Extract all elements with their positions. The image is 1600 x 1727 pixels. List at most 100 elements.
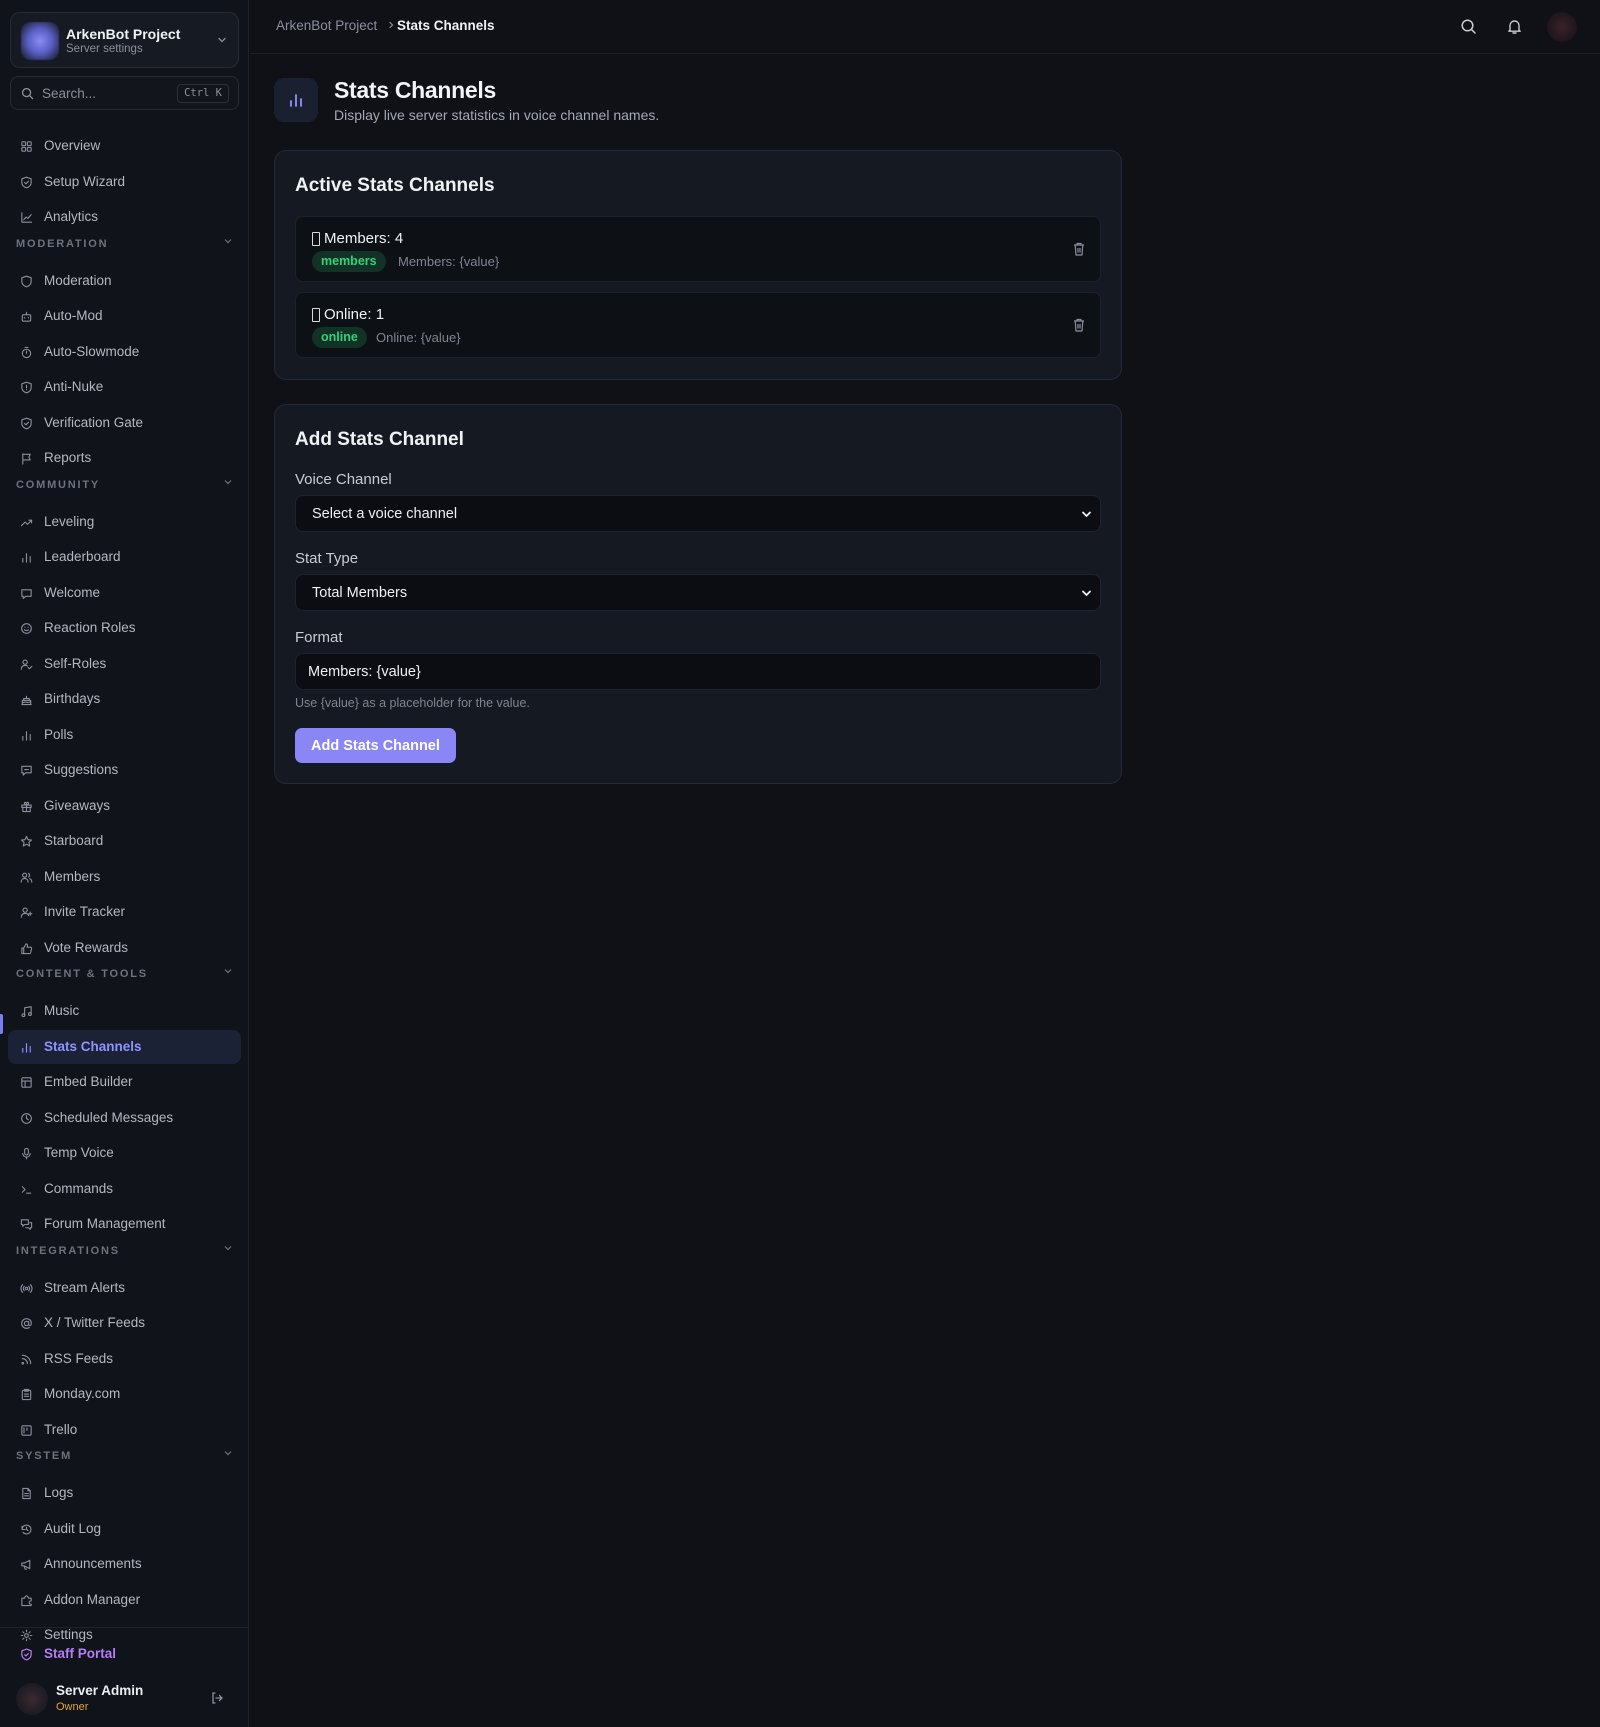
sidebar-item-starboard[interactable]: Starboard [8, 824, 241, 858]
sidebar-section-header[interactable]: MODERATION [16, 234, 233, 250]
message-icon [21, 588, 32, 599]
list-item: Online: 1 online Online: {value} [295, 292, 1101, 358]
sidebar-item-trello[interactable]: Trello [8, 1413, 241, 1447]
sidebar-item-polls[interactable]: Polls [8, 718, 241, 752]
sidebar-item-embed-builder[interactable]: Embed Builder [8, 1065, 241, 1099]
sidebar-item-leveling[interactable]: Leveling [8, 505, 241, 539]
sidebar-item-audit-log[interactable]: Audit Log [8, 1512, 241, 1546]
stat-channel-name: Members: 4 [324, 230, 404, 247]
sidebar-item-birthdays[interactable]: Birthdays [8, 682, 241, 716]
sidebar-item-logs[interactable]: Logs [8, 1476, 241, 1510]
stat-format: Online: {value} [376, 330, 461, 345]
sidebar-item-label: Scheduled Messages [44, 1109, 174, 1125]
server-avatar [21, 22, 59, 60]
shield-check-icon [21, 1648, 32, 1661]
sidebar-section-header[interactable]: COMMUNITY [16, 475, 233, 491]
bar-chart-icon [290, 94, 302, 107]
stat-type-badge: online [312, 327, 367, 348]
trash-icon[interactable] [1072, 241, 1086, 257]
sidebar-search[interactable]: Search... Ctrl K [10, 76, 239, 110]
sidebar-item-label: Self-Roles [44, 655, 107, 671]
sidebar-section-header[interactable]: CONTENT & TOOLS [16, 964, 233, 980]
sidebar-section-header[interactable]: INTEGRATIONS [16, 1241, 233, 1257]
sidebar-item-forum-management[interactable]: Forum Management [8, 1207, 241, 1241]
music-icon [21, 1006, 32, 1018]
sidebar-item-temp-voice[interactable]: Temp Voice [8, 1136, 241, 1170]
sidebar-item-welcome[interactable]: Welcome [8, 576, 241, 610]
sidebar-item-label: Logs [44, 1485, 74, 1500]
breadcrumb-current: Stats Channels [397, 18, 495, 33]
sidebar-item-label: Giveaways [44, 797, 111, 813]
chevron-down-icon [224, 969, 232, 974]
trash-icon[interactable] [1072, 317, 1086, 333]
format-field[interactable] [295, 653, 1101, 690]
user-plus-icon [20, 907, 33, 918]
sidebar-item-scheduled-messages[interactable]: Scheduled Messages [8, 1101, 241, 1135]
sidebar-item-members[interactable]: Members [8, 860, 241, 894]
sidebar-item-overview[interactable]: Overview [8, 129, 241, 163]
sidebar-item-commands[interactable]: Commands [8, 1172, 241, 1206]
sidebar-item-leaderboard[interactable]: Leaderboard [8, 540, 241, 574]
stat-type-badge: members [312, 251, 386, 272]
shield-check-icon [21, 417, 32, 429]
sidebar-item-auto-slowmode[interactable]: Auto-Slowmode [8, 335, 241, 369]
file-text-icon [22, 1487, 31, 1500]
sidebar-item-stats-channels[interactable]: Stats Channels [8, 1029, 241, 1064]
sidebar-item-setup-wizard[interactable]: Setup Wizard [8, 165, 241, 199]
active-stats-card: Active Stats Channels Members: 4 members… [274, 150, 1122, 380]
search-icon[interactable] [1460, 18, 1477, 35]
avatar[interactable] [16, 1683, 48, 1715]
sidebar-item-vote-rewards[interactable]: Vote Rewards [8, 931, 241, 965]
server-switcher[interactable]: ArkenBot Project Server settings [10, 12, 239, 68]
sidebar-section-header[interactable]: SYSTEM [16, 1446, 233, 1462]
page-title: Stats Channels [334, 77, 496, 103]
sidebar-item-label: Welcome [44, 584, 101, 600]
flag-icon [22, 453, 31, 465]
stat-type-value: Total Members [312, 585, 408, 601]
section-title: SYSTEM [16, 1450, 73, 1462]
sidebar-item-anti-nuke[interactable]: Anti-Nuke [8, 370, 241, 404]
sidebar-item-monday-com[interactable]: Monday.com [8, 1377, 241, 1411]
bot-icon [21, 311, 32, 322]
sidebar-item-label: Stream Alerts [44, 1279, 126, 1295]
sidebar-item-label: Reaction Roles [44, 620, 136, 635]
sidebar-item-stream-alerts[interactable]: Stream Alerts [8, 1271, 241, 1305]
sidebar-item-self-roles[interactable]: Self-Roles [8, 647, 241, 681]
chevron-down-icon [224, 1245, 232, 1250]
channel-glyph [312, 308, 320, 322]
section-title: INTEGRATIONS [16, 1244, 120, 1257]
sidebar-item-verification-gate[interactable]: Verification Gate [8, 406, 241, 440]
sidebar-item-moderation[interactable]: Moderation [8, 264, 241, 298]
mic-icon [22, 1147, 31, 1160]
messages-icon [20, 1219, 33, 1230]
sidebar-item-suggestions[interactable]: Suggestions [8, 753, 241, 787]
thumbs-up-icon [21, 942, 33, 954]
logout-icon[interactable] [210, 1691, 224, 1705]
sidebar-item-announcements[interactable]: Announcements [8, 1547, 241, 1581]
sidebar-item-x-twitter-feeds[interactable]: X / Twitter Feeds [8, 1306, 241, 1340]
sidebar-item-analytics[interactable]: Analytics [8, 200, 241, 234]
avatar[interactable] [1547, 12, 1577, 42]
add-stats-channel-button[interactable]: Add Stats Channel [295, 728, 456, 763]
user-name: Server Admin [56, 1683, 144, 1698]
sidebar-item-label: Overview [44, 138, 101, 153]
sidebar-item-reaction-roles[interactable]: Reaction Roles [8, 611, 241, 645]
sidebar-item-auto-mod[interactable]: Auto-Mod [8, 299, 241, 333]
format-label: Format [295, 629, 343, 646]
bell-icon[interactable] [1506, 18, 1523, 35]
sidebar-item-addon-manager[interactable]: Addon Manager [8, 1583, 241, 1617]
voice-channel-label: Voice Channel [295, 471, 392, 488]
chevron-down-icon [1082, 590, 1091, 597]
voice-channel-select[interactable]: Select a voice channel [295, 495, 1101, 532]
sidebar-item-label: Polls [44, 726, 74, 742]
stat-type-select[interactable]: Total Members [295, 574, 1101, 611]
sidebar-item-rss-feeds[interactable]: RSS Feeds [8, 1342, 241, 1376]
sidebar-item-label: Forum Management [44, 1216, 166, 1231]
section-title: COMMUNITY [16, 478, 101, 491]
sidebar-item-giveaways[interactable]: Giveaways [8, 789, 241, 823]
sidebar-item-music[interactable]: Music [8, 994, 241, 1028]
sidebar-item-invite-tracker[interactable]: Invite Tracker [8, 895, 241, 929]
sidebar-item-reports[interactable]: Reports [8, 441, 241, 475]
layout-icon [21, 1077, 32, 1088]
breadcrumb-root[interactable]: ArkenBot Project [276, 18, 377, 33]
